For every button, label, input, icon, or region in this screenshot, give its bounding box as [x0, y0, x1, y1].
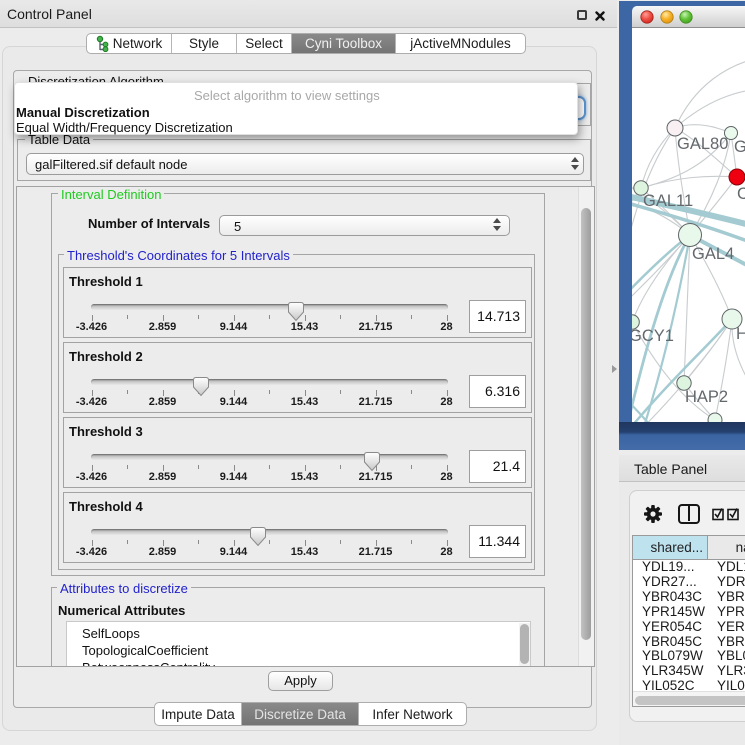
svg-text:GA: GA	[734, 138, 745, 156]
svg-text:C: C	[737, 185, 745, 203]
svg-text:GCY1: GCY1	[632, 327, 674, 345]
svg-text:GAL80: GAL80	[677, 135, 728, 153]
svg-text:GAL4: GAL4	[692, 245, 734, 263]
svg-text:GAL11: GAL11	[643, 192, 693, 210]
svg-text:HAP2: HAP2	[685, 388, 728, 406]
svg-text:H: H	[736, 325, 745, 343]
